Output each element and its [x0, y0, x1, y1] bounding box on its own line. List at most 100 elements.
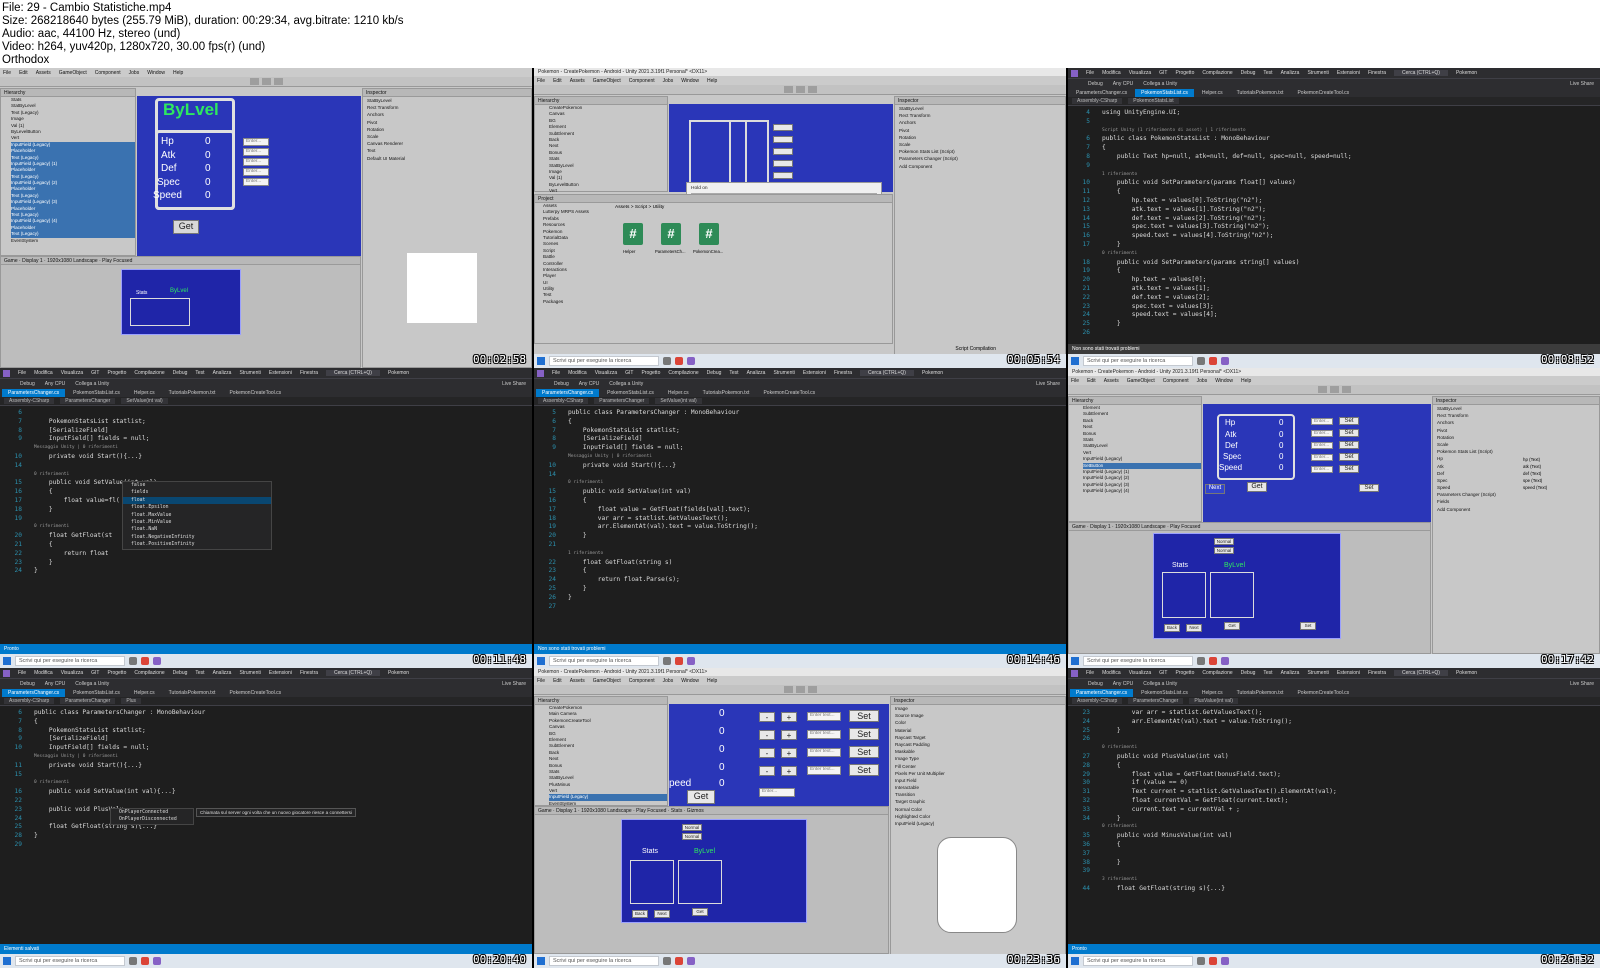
menu-item[interactable]: GameObject: [593, 678, 621, 684]
menu-item[interactable]: Debug: [173, 370, 188, 376]
menu-item[interactable]: Window: [681, 78, 699, 84]
inspector-row[interactable]: Pokemon Stats List (Script): [895, 148, 1065, 155]
menu-item[interactable]: File: [1086, 70, 1094, 76]
inspector-row[interactable]: Interactable: [891, 784, 1065, 791]
completion-item[interactable]: float.NaN: [123, 526, 271, 533]
tab-createtool[interactable]: PokemonCreateTool.cs: [223, 689, 287, 697]
menu-item[interactable]: Estensioni: [1337, 670, 1360, 676]
menu-item[interactable]: Estensioni: [1337, 70, 1360, 76]
menu-item[interactable]: Progetto: [641, 370, 660, 376]
enter-text-field[interactable]: Enter text...: [807, 730, 841, 739]
inspector-row[interactable]: Def: [1433, 470, 1599, 477]
inspector-row[interactable]: Pivot: [363, 119, 531, 126]
menu-item[interactable]: Visualizza: [1129, 70, 1151, 76]
menu-item[interactable]: Jobs: [663, 678, 674, 684]
game-view[interactable]: Normal Normal Stats ByLvel Back Next Get: [621, 819, 807, 923]
play-icon[interactable]: [1317, 386, 1327, 393]
inspector-row[interactable]: Pixels Per Unit Multiplier: [891, 770, 1065, 777]
menu-item[interactable]: Test: [195, 370, 204, 376]
intellisense-popup[interactable]: false fields float float.Epsilon float.MaxVa…: [122, 481, 272, 550]
code-editor[interactable]: 5 public class ParametersChanger : MonoBe…: [534, 406, 1066, 644]
scene-view[interactable]: Hp Atk Def Spec Speed 0 0 0 0 0 Enter...…: [1203, 404, 1431, 522]
windows-start-icon[interactable]: [537, 657, 545, 665]
tab-createtool[interactable]: PokemonCreateTool.cs: [223, 389, 287, 397]
taskbar-search[interactable]: Scrivi qui per eseguire la ricerca: [549, 656, 659, 666]
field-ref[interactable]: hp (Text): [1523, 457, 1540, 462]
cpu-dropdown[interactable]: Any CPU: [45, 381, 66, 387]
live-share-button[interactable]: Live Share: [502, 381, 532, 387]
inspector-row[interactable]: Speed: [1433, 484, 1599, 491]
windows-start-icon[interactable]: [1071, 657, 1079, 665]
menu-item[interactable]: Assets: [1104, 378, 1119, 384]
enter-field[interactable]: Enter...: [243, 158, 269, 166]
get-button[interactable]: Get: [687, 790, 715, 804]
taskbar-search[interactable]: Scrivi qui per eseguire la ricerca: [1083, 356, 1193, 366]
menu-item[interactable]: Edit: [553, 78, 562, 84]
plus-button[interactable]: +: [781, 730, 797, 740]
vs-search-box[interactable]: Cerca (CTRL+Q): [1394, 70, 1448, 76]
taskbar-chrome-icon[interactable]: [141, 657, 149, 665]
taskbar-search[interactable]: Scrivi qui per eseguire la ricerca: [549, 956, 659, 966]
menu-item[interactable]: Visualizza: [1129, 670, 1151, 676]
menu-item[interactable]: GIT: [91, 370, 99, 376]
code-editor[interactable]: 23 var arr = statlist.GetValuesText(); 24…: [1068, 706, 1600, 944]
enter-field[interactable]: Enter...: [243, 148, 269, 156]
taskbar-vs-icon[interactable]: [1221, 657, 1229, 665]
tab-tutorials[interactable]: TutorialsPokemon.txt: [1231, 689, 1290, 697]
inspector-row[interactable]: StatByLevel: [1433, 405, 1599, 412]
menu-item[interactable]: File: [18, 670, 26, 676]
windows-start-icon[interactable]: [1071, 357, 1079, 365]
menu-item[interactable]: Edit: [19, 70, 28, 76]
scene-view[interactable]: ByLvel Hp Atk Def Spec Speed 0 0 0 0 0 E…: [137, 96, 361, 256]
code-editor[interactable]: 6 public class ParametersChanger : MonoBe…: [0, 706, 532, 944]
taskbar-vs-icon[interactable]: [1221, 357, 1229, 365]
live-share-button[interactable]: Live Share: [1570, 81, 1600, 87]
inspector-row[interactable]: Raycast Target: [891, 734, 1065, 741]
tab-parameterschanger[interactable]: ParametersChanger.cs: [1070, 689, 1134, 697]
cpu-dropdown[interactable]: Any CPU: [1113, 681, 1134, 687]
inspector-row[interactable]: Scale: [895, 141, 1065, 148]
menu-item[interactable]: Estensioni: [269, 370, 292, 376]
menu-item[interactable]: Finestra: [834, 370, 852, 376]
taskbar-chrome-icon[interactable]: [1209, 657, 1217, 665]
tab-parameterschanger[interactable]: ParametersChanger.cs: [536, 389, 600, 397]
menu-item[interactable]: Finestra: [300, 670, 318, 676]
windows-start-icon[interactable]: [3, 657, 11, 665]
taskbar-app-icon[interactable]: [663, 357, 671, 365]
tab-tutorials[interactable]: TutorialsPokemon.txt: [163, 389, 222, 397]
tab-pokemonstatslist[interactable]: PokemonStatsList.cs: [1135, 689, 1194, 697]
inspector-row[interactable]: Maskable: [891, 748, 1065, 755]
menu-item[interactable]: Test: [1263, 670, 1272, 676]
menu-item[interactable]: Component: [95, 70, 121, 76]
menu-item[interactable]: Debug: [707, 370, 722, 376]
scene-view[interactable]: [669, 104, 893, 192]
tab-tutorials[interactable]: TutorialsPokemon.txt: [163, 689, 222, 697]
tab-createtool[interactable]: PokemonCreateTool.cs: [1291, 89, 1355, 97]
nav-class[interactable]: PokemonStatsList: [1128, 98, 1179, 104]
step-icon[interactable]: [1341, 386, 1351, 393]
inspector-row[interactable]: Parameters Changer (Script): [1433, 491, 1599, 498]
taskbar-vs-icon[interactable]: [687, 957, 695, 965]
inspector-row[interactable]: Raycast Padding: [891, 741, 1065, 748]
windows-start-icon[interactable]: [1071, 957, 1079, 965]
completion-item[interactable]: float.PositiveInfinity: [123, 541, 271, 548]
step-icon[interactable]: [807, 86, 817, 93]
pause-icon[interactable]: [261, 78, 271, 85]
tab-pokemonstatslist[interactable]: PokemonStatsList.cs: [601, 389, 660, 397]
taskbar-app-icon[interactable]: [663, 657, 671, 665]
cpu-dropdown[interactable]: Any CPU: [579, 381, 600, 387]
menu-item[interactable]: Compilazione: [134, 370, 164, 376]
inspector-row[interactable]: Atk: [1433, 463, 1599, 470]
inspector-row[interactable]: StatByLevel: [363, 97, 531, 104]
menu-item[interactable]: File: [552, 370, 560, 376]
tab-parameterschanger[interactable]: ParametersChanger.cs: [2, 389, 66, 397]
inspector-row[interactable]: Canvas Renderer: [363, 140, 531, 147]
live-share-button[interactable]: Live Share: [1036, 381, 1066, 387]
menu-item[interactable]: Assets: [36, 70, 51, 76]
taskbar-vs-icon[interactable]: [687, 357, 695, 365]
enter-text-field[interactable]: Enter text...: [807, 766, 841, 775]
nav-member[interactable]: PlusValue(int val): [1189, 698, 1238, 704]
taskbar-search[interactable]: Scrivi qui per eseguire la ricerca: [1083, 656, 1193, 666]
inspector-row[interactable]: Rotation: [895, 134, 1065, 141]
tab-pokemonstatslist[interactable]: PokemonStatsList.cs: [67, 689, 126, 697]
